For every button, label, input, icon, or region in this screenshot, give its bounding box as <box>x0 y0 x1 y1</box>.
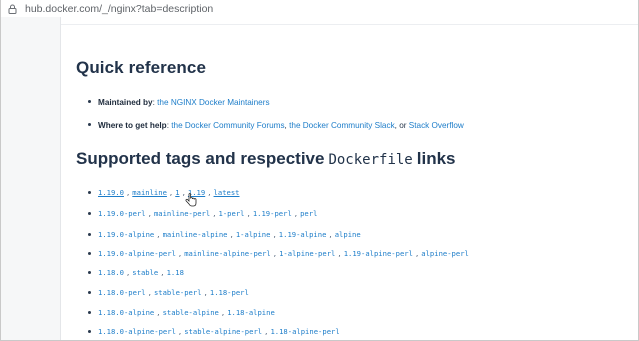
tag-link[interactable]: alpine-perl <box>421 249 469 258</box>
tag-link[interactable]: stable-perl <box>154 288 202 297</box>
bullet-dot <box>88 290 91 294</box>
bullet-dot <box>88 100 91 104</box>
tag-link[interactable]: 1.19.0-alpine <box>98 230 154 239</box>
tag-separator: , <box>147 209 152 218</box>
tag-separator: , <box>168 188 174 197</box>
tag-link[interactable]: 1.19.0-perl <box>98 209 146 218</box>
tag-separator: , <box>156 308 161 317</box>
dockerfile-code: Dockerfile <box>328 152 413 168</box>
tag-separator: , <box>177 327 183 336</box>
tag-separator: , <box>203 288 208 297</box>
forums-link[interactable]: the Docker Community Forums <box>171 121 284 130</box>
tag-link[interactable]: 1.19-perl <box>253 209 292 218</box>
tag-list-item: 1.18.0, stable, 1.18 <box>88 268 184 277</box>
tag-separator: , <box>272 249 278 258</box>
tag-separator: , <box>177 249 183 258</box>
tag-link[interactable]: 1.18.0-perl <box>98 288 146 297</box>
url-text[interactable]: hub.docker.com/_/nginx?tab=description <box>25 3 213 15</box>
tag-link[interactable]: 1.18-alpine-perl <box>270 327 339 336</box>
tag-link[interactable]: perl <box>300 209 317 218</box>
tag-separator: , <box>337 249 342 258</box>
tag-separator: , <box>293 209 299 218</box>
tag-separator: , <box>212 209 217 218</box>
scrollbar[interactable] <box>635 17 638 340</box>
tag-link[interactable]: alpine <box>335 230 361 239</box>
tag-list-item: 1.18.0-perl, stable-perl, 1.18-perl <box>88 288 249 297</box>
tag-separator: , <box>220 308 226 317</box>
bullet-dot <box>88 211 91 215</box>
tag-link[interactable]: 1-alpine <box>236 230 271 239</box>
maintained-label: Maintained by <box>98 98 153 107</box>
lock-icon[interactable] <box>7 4 17 14</box>
tag-separator: , <box>147 288 152 297</box>
tag-link[interactable]: stable-alpine <box>163 308 219 317</box>
tag-link[interactable]: stable <box>132 268 158 277</box>
tag-list-item: 1.19.0-perl, mainline-perl, 1-perl, 1.19-pe… <box>88 209 317 218</box>
tag-separator: , <box>246 209 251 218</box>
tag-separator: , <box>272 230 277 239</box>
supported-tags-title: Supported tags and respective <box>76 149 325 168</box>
tag-link[interactable]: 1.18-alpine <box>227 308 275 317</box>
tag-link[interactable]: mainline-perl <box>154 209 210 218</box>
tag-separator: , <box>156 230 161 239</box>
tag-link[interactable]: 1.18-perl <box>210 288 249 297</box>
tag-separator: , <box>229 230 234 239</box>
browser-window: hub.docker.com/_/nginx?tab=description Q… <box>0 0 639 341</box>
content-top-border <box>61 24 638 25</box>
tag-link[interactable]: latest <box>214 188 240 197</box>
stackoverflow-link[interactable]: Stack Overflow <box>409 121 464 130</box>
hand-cursor-icon <box>185 193 197 207</box>
tag-link[interactable]: mainline <box>132 188 167 197</box>
help-label: Where to get help <box>98 121 167 130</box>
tag-link[interactable]: 1.18.0-alpine-perl <box>98 327 176 336</box>
tag-separator: , <box>207 188 212 197</box>
tag-link[interactable]: 1.19-alpine <box>279 230 327 239</box>
links-word: links <box>416 149 456 168</box>
tag-list-item: 1.18.0-alpine-perl, stable-alpine-perl, 1.… <box>88 327 340 336</box>
tag-separator: , <box>160 268 165 277</box>
tag-list-item: 1.19.0-alpine-perl, mainline-alpine-perl,… <box>88 249 469 258</box>
bullet-dot <box>88 251 91 255</box>
tag-link[interactable]: 1.18 <box>167 268 184 277</box>
tag-separator: , <box>328 230 333 239</box>
bullet-dot <box>88 123 91 127</box>
maintainers-link[interactable]: the NGINX Docker Maintainers <box>157 98 269 107</box>
address-bar[interactable]: hub.docker.com/_/nginx?tab=description <box>1 0 638 17</box>
tag-link[interactable]: mainline-alpine-perl <box>184 249 271 258</box>
tag-link[interactable]: 1-alpine-perl <box>279 249 335 258</box>
bullet-dot <box>88 270 91 274</box>
where-to-get-help-item: Where to get help: the Docker Community … <box>88 121 464 130</box>
tag-list-item: 1.19.0-alpine, mainline-alpine, 1-alpine, 1… <box>88 230 361 239</box>
tag-link[interactable]: 1.18.0 <box>98 268 124 277</box>
slack-link[interactable]: the Docker Community Slack <box>289 121 395 130</box>
bullet-dot <box>88 232 91 236</box>
supported-tags-heading: Supported tags and respective Dockerfile l… <box>76 149 456 169</box>
tag-link[interactable]: 1.18.0-alpine <box>98 308 154 317</box>
tag-list-item: 1.19.0, mainline, 1, 1.19, latest <box>88 188 240 197</box>
tag-list-item: 1.18.0-alpine, stable-alpine, 1.18-alpine <box>88 308 275 317</box>
bullet-dot <box>88 329 91 333</box>
tag-link[interactable]: 1 <box>175 188 179 197</box>
bullet-dot <box>88 310 91 314</box>
help-or: , or <box>394 121 409 130</box>
quick-reference-heading: Quick reference <box>76 58 207 77</box>
tag-link[interactable]: stable-alpine-perl <box>184 327 262 336</box>
tag-link[interactable]: 1-perl <box>219 209 245 218</box>
tag-link[interactable]: 1.19-alpine-perl <box>344 249 413 258</box>
tag-link[interactable]: 1.19.0 <box>98 188 124 197</box>
bullet-dot <box>88 190 91 194</box>
tag-link[interactable]: mainline-alpine <box>163 230 228 239</box>
tag-link[interactable]: 1.19.0-alpine-perl <box>98 249 176 258</box>
maintained-by-item: Maintained by: the NGINX Docker Maintain… <box>88 98 270 107</box>
left-gutter <box>1 17 60 340</box>
